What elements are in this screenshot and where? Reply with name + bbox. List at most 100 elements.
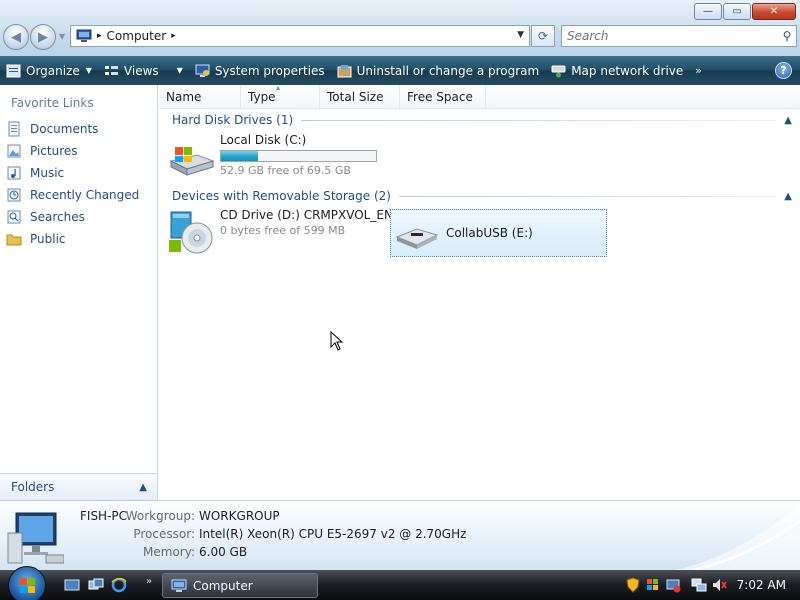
drive-c-name: Local Disk (C:) [220,133,307,147]
taskbar-button-computer[interactable]: Computer [162,573,318,598]
volume-muted-icon[interactable] [711,577,727,593]
group-title: Hard Disk Drives (1) [172,113,294,127]
favorite-link-recently-changed[interactable]: Recently Changed [6,184,139,206]
favorite-link-music[interactable]: Music [6,162,139,184]
cd-drive-icon [169,211,213,254]
pictures-icon [7,144,21,158]
breadcrumb-separator[interactable]: ▸ [97,31,102,41]
favorite-link-pictures[interactable]: Pictures [6,140,139,162]
quick-launch-overflow[interactable]: » [146,576,152,587]
system-clock[interactable]: 7:02 AM [737,578,786,592]
forward-button[interactable]: ▶ [30,24,56,50]
chevron-up-icon: ▲ [784,190,792,202]
column-header-total-size[interactable]: Total Size [320,85,400,109]
organize-dropdown-icon: ▼ [85,66,92,75]
uninstall-program-button[interactable]: Uninstall or change a program [331,56,546,85]
views-icon [104,65,118,75]
favorite-link-label: Music [30,166,65,180]
address-bar[interactable]: ▸ Computer ▸ ▼ [70,25,530,47]
drive-d[interactable]: CD Drive (D:) CRMPXVOL_EN 0 bytes free o… [167,208,393,258]
documents-icon [8,121,20,137]
system-properties-button[interactable]: System properties [189,56,331,85]
back-button[interactable]: ◀ [3,24,29,50]
drive-c-free-space: 52.9 GB free of 69.5 GB [220,164,351,177]
drive-d-name: CD Drive (D:) CRMPXVOL_EN [220,208,393,222]
drive-d-free-space: 0 bytes free of 599 MB [220,224,346,237]
taskbar-button-label: Computer [193,578,253,593]
close-button[interactable]: ✕ [752,3,796,20]
window-controls: — ▭ ✕ [694,3,796,20]
workgroup-value: WORKGROUP [199,509,280,523]
refresh-button[interactable]: ⟳ [531,25,555,47]
search-box[interactable]: ⚲ [561,25,797,47]
folders-label: Folders [11,480,55,494]
security-shield-icon[interactable] [625,577,641,593]
views-label: Views [123,63,159,78]
chevron-up-icon: ▲ [139,481,147,493]
processor-label: Processor: [133,527,195,541]
organize-label: Organize [26,63,80,78]
favorite-link-label: Pictures [30,144,78,158]
chevron-up-icon: ▲ [784,114,792,126]
views-button[interactable]: Views ▼ [98,56,189,85]
group-divider [398,195,777,197]
workgroup-label: Workgroup: [125,509,195,523]
title-bar: — ▭ ✕ ◀ ▶ ▼ ▸ Computer ▸ ▼ ⟳ ⚲ [0,0,800,56]
computer-icon [76,29,92,42]
help-button[interactable]: ? [775,62,792,79]
search-icon[interactable]: ⚲ [778,29,796,43]
toolbar-overflow-button[interactable]: » [689,64,708,77]
minimize-button[interactable]: — [694,3,722,20]
command-bar: Organize ▼ Views ▼ System properties Uni… [0,56,800,85]
favorite-link-label: Documents [30,122,99,136]
decorative-swoosh [670,506,800,571]
internet-explorer-icon[interactable] [111,577,127,593]
windows-logo-icon [20,578,35,593]
recent-pages-dropdown[interactable]: ▼ [59,32,65,41]
computer-icon [7,512,64,564]
column-header-name[interactable]: Name [159,85,241,109]
drive-e[interactable]: CollabUSB (E:) [390,209,607,257]
file-list-pane: Name Type Total Size Free Space Hard Dis… [159,76,800,500]
uninstall-icon [337,64,352,77]
mouse-cursor-icon [330,331,344,351]
maximize-button[interactable]: ▭ [723,3,751,20]
drive-e-name: CollabUSB (E:) [446,226,533,240]
group-title: Devices with Removable Storage (2) [172,189,391,203]
group-header-hard-disk-drives[interactable]: Hard Disk Drives (1) ▲ [172,112,792,128]
system-properties-icon [195,64,210,77]
breadcrumb-separator-end[interactable]: ▸ [171,31,176,41]
favorite-link-documents[interactable]: Documents [6,118,139,140]
favorite-link-public[interactable]: Public [6,228,139,250]
column-header-type[interactable]: Type [241,76,320,109]
hard-drive-icon [169,147,215,176]
show-desktop-icon[interactable] [64,577,80,593]
network-drive-icon [551,65,566,77]
drive-c[interactable]: Local Disk (C:) 52.9 GB free of 69.5 GB [167,133,397,183]
network-icon[interactable] [691,577,707,593]
group-header-removable-storage[interactable]: Devices with Removable Storage (2) ▲ [172,188,792,204]
organize-button[interactable]: Organize ▼ [0,56,98,85]
drive-d-info: CD Drive (D:) CRMPXVOL_EN 0 bytes free o… [220,208,393,237]
music-icon [7,166,21,180]
drive-c-usage-fill [221,151,259,161]
windows-update-icon[interactable] [645,577,661,593]
start-button[interactable] [8,566,46,600]
usb-drive-icon [395,228,439,249]
map-network-drive-label: Map network drive [571,63,684,78]
recent-icon [7,188,21,202]
processor-value: Intel(R) Xeon(R) CPU E5-2697 v2 @ 2.70GH… [199,527,467,541]
switch-windows-icon[interactable] [88,577,104,593]
drive-c-info: Local Disk (C:) 52.9 GB free of 69.5 GB [220,133,377,177]
column-header-free-space[interactable]: Free Space [400,85,486,109]
search-input[interactable] [562,27,778,45]
folders-toggle[interactable]: Folders ▲ [0,473,157,500]
breadcrumb-computer[interactable]: Computer [107,29,167,43]
address-dropdown-icon[interactable]: ▼ [517,30,524,40]
favorite-link-searches[interactable]: Searches [6,206,139,228]
network-alert-icon[interactable] [665,577,681,593]
map-network-drive-button[interactable]: Map network drive [545,56,689,85]
navigation-pane: Favorite Links Documents Pictures Music … [0,85,158,500]
organize-icon [6,64,21,77]
searches-icon [7,210,21,224]
